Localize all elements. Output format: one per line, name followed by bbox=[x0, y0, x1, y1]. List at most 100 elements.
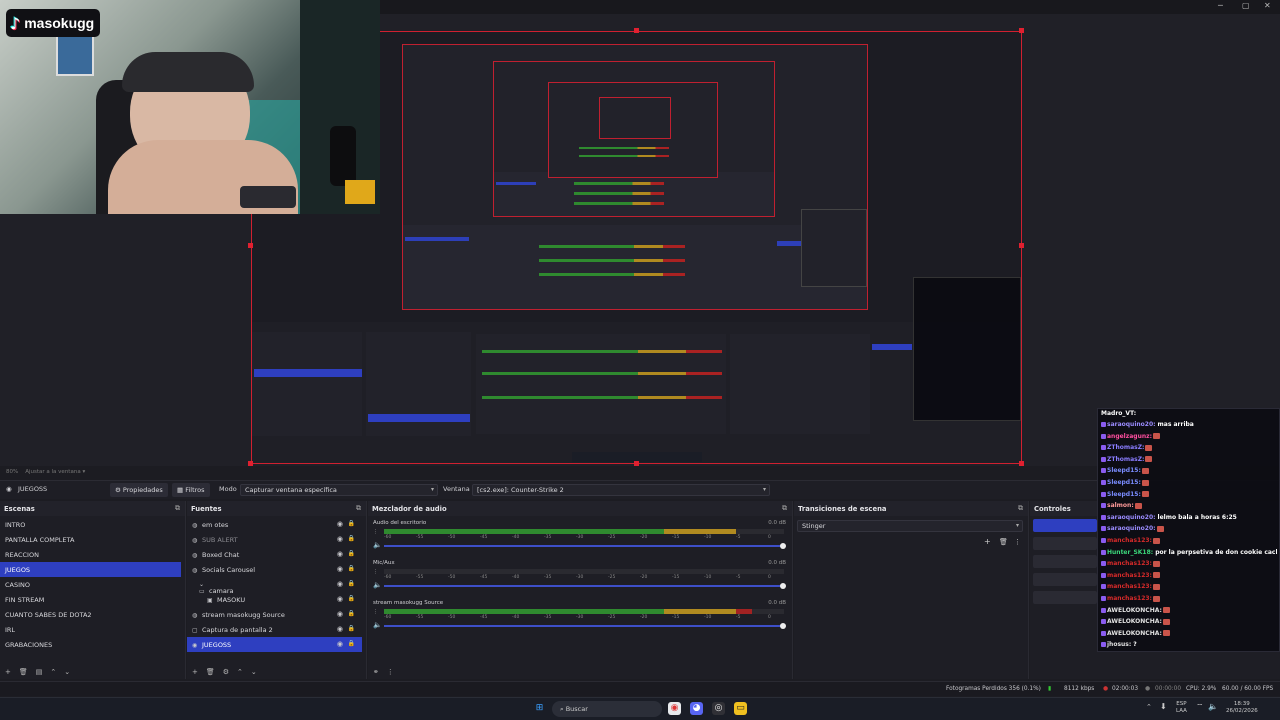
eye-icon[interactable]: ◉ bbox=[337, 565, 343, 573]
studio-mode-button[interactable] bbox=[1033, 573, 1097, 586]
more-icon[interactable]: ⋮ bbox=[387, 668, 394, 676]
add-icon[interactable]: + bbox=[192, 668, 198, 676]
channel-menu-icon[interactable]: ⋮ bbox=[373, 529, 378, 535]
source-item[interactable]: ▢ Captura de pantalla 2 ◉ 🔒 bbox=[187, 622, 362, 637]
source-item[interactable]: ◍ SUB ALERT ◉ 🔒 bbox=[187, 532, 362, 547]
speaker-icon[interactable]: 🔈 bbox=[373, 541, 382, 549]
channel-menu-icon[interactable]: ⋮ bbox=[373, 569, 378, 575]
more-icon[interactable]: ⋮ bbox=[1014, 538, 1021, 546]
chevron-up-icon[interactable]: ⌃ bbox=[1146, 704, 1152, 711]
lock-icon[interactable]: 🔒 bbox=[348, 550, 355, 557]
filters-button[interactable]: ▦ Filtros bbox=[172, 483, 210, 497]
lock-icon[interactable]: 🔒 bbox=[348, 535, 355, 542]
channel-menu-icon[interactable]: ⋮ bbox=[373, 609, 378, 615]
chevron-up-icon[interactable]: ⌃ bbox=[50, 668, 56, 676]
gear-icon[interactable]: ⚙ bbox=[223, 668, 229, 676]
start-recording-button[interactable] bbox=[1033, 537, 1097, 550]
obs-icon[interactable]: ◎ bbox=[712, 702, 725, 715]
undock-icon[interactable]: ⧉ bbox=[782, 504, 787, 513]
resize-handle[interactable] bbox=[248, 243, 253, 248]
wifi-icon[interactable]: ⌔ bbox=[1196, 703, 1204, 711]
maximize-icon[interactable]: ▢ bbox=[1242, 1, 1250, 10]
volume-slider[interactable] bbox=[384, 583, 786, 589]
trash-icon[interactable]: 🗑 bbox=[999, 538, 1008, 546]
window-dropdown[interactable]: [cs2.exe]: Counter-Strike 2 ▾ bbox=[472, 484, 770, 496]
language-indicator[interactable]: ESP LAA bbox=[1176, 701, 1187, 715]
lock-icon[interactable]: 🔒 bbox=[348, 580, 355, 587]
eye-icon[interactable]: ◉ bbox=[337, 580, 343, 588]
scene-item[interactable]: GRABACIONES bbox=[0, 637, 181, 652]
minimize-icon[interactable]: ─ bbox=[1218, 1, 1223, 10]
trash-icon[interactable]: 🗑 bbox=[19, 668, 28, 676]
scene-item[interactable]: CUANTO SABES DE DOTA2 bbox=[0, 607, 181, 622]
settings-button[interactable] bbox=[1033, 591, 1097, 604]
link-icon[interactable]: ⚭ bbox=[373, 668, 379, 676]
trash-icon[interactable]: 🗑 bbox=[206, 668, 215, 676]
slider-knob[interactable] bbox=[780, 543, 786, 549]
lock-icon[interactable]: 🔒 bbox=[348, 520, 355, 527]
speaker-icon[interactable]: 🔈 bbox=[373, 581, 382, 589]
virtual-camera-button[interactable] bbox=[1033, 555, 1097, 568]
file-explorer-icon[interactable]: ▭ bbox=[734, 702, 747, 715]
undock-icon[interactable]: ⧉ bbox=[175, 504, 180, 513]
undock-icon[interactable]: ⧉ bbox=[356, 504, 361, 513]
transition-select[interactable]: Stinger ▾ bbox=[797, 520, 1023, 532]
eye-icon[interactable]: ◉ bbox=[337, 550, 343, 558]
lock-icon[interactable]: 🔒 bbox=[348, 595, 355, 602]
volume-slider[interactable] bbox=[384, 543, 786, 549]
fit-window-label[interactable]: Ajustar a la ventana bbox=[25, 469, 80, 475]
source-item[interactable]: ◍ Socials Carousel ◉ 🔒 bbox=[187, 562, 362, 577]
taskbar-search[interactable]: ⌕ Buscar bbox=[552, 701, 662, 717]
filter-icon[interactable]: ▤ bbox=[36, 668, 43, 676]
scene-item[interactable]: FIN STREAM bbox=[0, 592, 181, 607]
zoom-level[interactable]: 80% bbox=[6, 469, 18, 475]
source-item[interactable]: ◉ JUEGOSS ◉ 🔒 bbox=[187, 637, 362, 652]
eye-icon[interactable]: ◉ bbox=[337, 595, 343, 603]
scene-item[interactable]: CASINO bbox=[0, 577, 181, 592]
volume-slider[interactable] bbox=[384, 623, 786, 629]
chevron-up-icon[interactable]: ⌃ bbox=[237, 668, 243, 676]
resize-handle[interactable] bbox=[1019, 461, 1024, 466]
lock-icon[interactable]: 🔒 bbox=[348, 625, 355, 632]
speaker-icon[interactable]: 🔈 bbox=[373, 621, 382, 629]
scene-item[interactable]: JUEGOS bbox=[0, 562, 181, 577]
chevron-down-icon[interactable]: ⌄ bbox=[64, 668, 70, 676]
scene-item[interactable]: REACCION bbox=[0, 547, 181, 562]
resize-handle[interactable] bbox=[1019, 243, 1024, 248]
mode-dropdown[interactable]: Capturar ventana específica ▾ bbox=[240, 484, 438, 496]
source-item[interactable]: ⌄ ▭ camara ◉ 🔒 bbox=[187, 577, 362, 595]
clock[interactable]: 18:39 26/02/2026 bbox=[1226, 701, 1258, 715]
volume-icon[interactable]: 🔈 bbox=[1208, 703, 1218, 711]
eye-icon[interactable]: ◉ bbox=[337, 610, 343, 618]
add-icon[interactable]: + bbox=[984, 537, 991, 546]
scene-item[interactable]: PANTALLA COMPLETA bbox=[0, 532, 181, 547]
onedrive-icon[interactable]: ⬇ bbox=[1160, 703, 1167, 711]
slider-knob[interactable] bbox=[780, 583, 786, 589]
eye-icon[interactable]: ◉ bbox=[337, 625, 343, 633]
lock-icon[interactable]: 🔒 bbox=[348, 640, 355, 647]
chevron-down-icon[interactable]: ▾ bbox=[82, 469, 85, 475]
properties-button[interactable]: ⚙ Propiedades bbox=[110, 483, 168, 497]
lock-icon[interactable]: 🔒 bbox=[348, 610, 355, 617]
slider-knob[interactable] bbox=[780, 623, 786, 629]
lock-icon[interactable]: 🔒 bbox=[348, 565, 355, 572]
chevron-down-icon[interactable]: ⌄ bbox=[251, 668, 257, 676]
scene-item[interactable]: INTRO bbox=[0, 517, 181, 532]
eye-icon[interactable]: ◉ bbox=[337, 640, 343, 648]
start-streaming-button[interactable] bbox=[1033, 519, 1097, 532]
close-icon[interactable]: ✕ bbox=[1264, 1, 1271, 10]
resize-handle[interactable] bbox=[634, 28, 639, 33]
windows-start-icon[interactable]: ⊞ bbox=[533, 702, 546, 715]
source-item[interactable]: ◍ Boxed Chat ◉ 🔒 bbox=[187, 547, 362, 562]
chrome-icon[interactable]: ◉ bbox=[668, 702, 681, 715]
eye-icon[interactable]: ◉ bbox=[337, 535, 343, 543]
source-item[interactable]: ◍ em otes ◉ 🔒 bbox=[187, 517, 362, 532]
scene-item[interactable]: IRL bbox=[0, 622, 181, 637]
resize-handle[interactable] bbox=[634, 461, 639, 466]
resize-handle[interactable] bbox=[248, 461, 253, 466]
source-item[interactable]: ◍ stream masokugg Source ◉ 🔒 bbox=[187, 607, 362, 622]
add-icon[interactable]: + bbox=[5, 668, 11, 676]
undock-icon[interactable]: ⧉ bbox=[1018, 504, 1023, 513]
discord-icon[interactable]: ◕ bbox=[690, 702, 703, 715]
source-item[interactable]: ▣ MASOKU ◉ 🔒 bbox=[187, 592, 362, 607]
